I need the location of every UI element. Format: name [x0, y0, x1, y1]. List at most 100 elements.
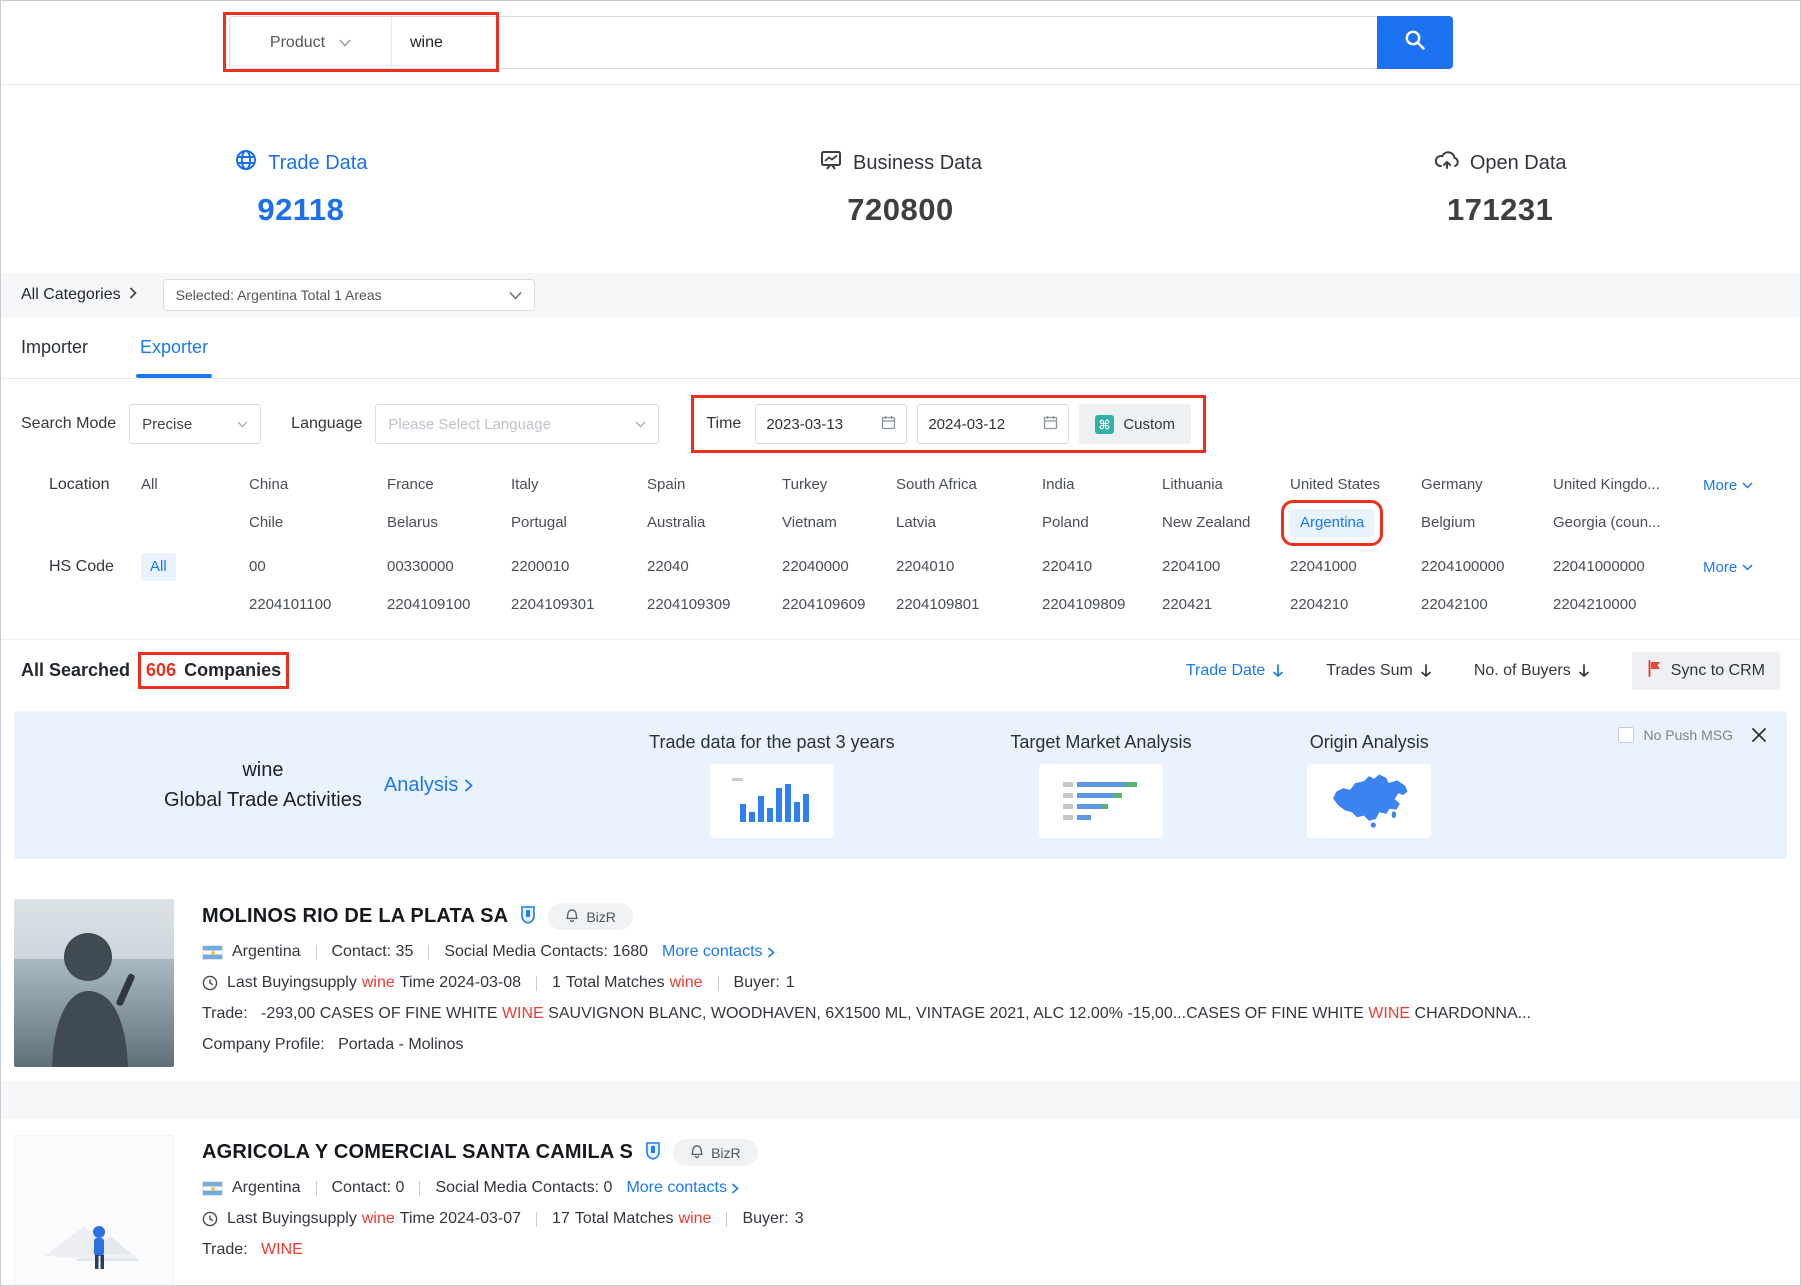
hscode-option[interactable]: 220410 [1042, 553, 1162, 581]
hscode-option[interactable]: 22040000 [782, 553, 896, 581]
bar-chart-thumbnail[interactable] [710, 764, 834, 838]
location-option[interactable]: France [387, 471, 511, 499]
location-option[interactable]: China [249, 471, 387, 499]
hscode-option[interactable]: 2200010 [511, 553, 647, 581]
category-bar: All Categories Selected: Argentina Total… [1, 273, 1800, 317]
location-option[interactable]: India [1042, 471, 1162, 499]
stat-business-data[interactable]: Business Data 720800 [601, 85, 1201, 273]
companies-label: Companies [184, 660, 281, 681]
more-contacts-link[interactable]: More contacts [626, 1179, 738, 1197]
contact-label: Contact: [332, 943, 392, 961]
location-option[interactable]: Italy [511, 471, 647, 499]
banner-keyword: wine [164, 755, 362, 785]
chevron-down-icon [339, 34, 351, 52]
location-option[interactable]: South Africa [896, 471, 1042, 499]
company-name[interactable]: AGRICOLA Y COMERCIAL SANTA CAMILA S [202, 1141, 633, 1164]
hscode-option-all-selected[interactable]: All [141, 553, 176, 581]
hscode-option[interactable]: 22040 [647, 553, 782, 581]
card-divider [1, 1081, 1800, 1119]
no-push-checkbox[interactable] [1618, 727, 1634, 743]
hscode-option[interactable]: 2204109801 [896, 591, 1042, 619]
location-option[interactable]: United States [1290, 471, 1421, 499]
location-option[interactable]: United Kingdo... [1553, 471, 1703, 499]
hscode-option[interactable]: 00330000 [387, 553, 511, 581]
bizr-badge[interactable]: BizR [673, 1139, 758, 1166]
tab-exporter[interactable]: Exporter [140, 317, 208, 378]
hscode-option[interactable]: 2204109809 [1042, 591, 1162, 619]
company-name[interactable]: MOLINOS RIO DE LA PLATA SA [202, 905, 508, 928]
stat-open-data[interactable]: Open Data 171231 [1200, 85, 1800, 273]
bizr-badge[interactable]: BizR [548, 903, 633, 930]
hscode-option[interactable]: 2204101100 [249, 591, 387, 619]
location-option-all[interactable]: All [141, 471, 249, 499]
location-option[interactable]: Turkey [782, 471, 896, 499]
social-contacts-label: Social Media Contacts: [435, 1179, 599, 1197]
selected-areas-dropdown[interactable]: Selected: Argentina Total 1 Areas [163, 279, 535, 311]
last-supply-time: Time 2024-03-07 [400, 1210, 521, 1228]
location-option[interactable]: Germany [1421, 471, 1553, 499]
hscode-option[interactable]: 2204109309 [647, 591, 782, 619]
date-to-input[interactable]: 2024-03-12 [917, 404, 1069, 444]
hscode-option[interactable]: 22042100 [1421, 591, 1553, 619]
stat-trade-data[interactable]: Trade Data 92118 [1, 85, 601, 273]
buyer-value: 1 [786, 974, 795, 992]
location-option[interactable]: Belgium [1421, 509, 1553, 537]
company-photo[interactable] [14, 899, 174, 1067]
location-more-link[interactable]: More [1703, 477, 1753, 494]
location-option[interactable]: New Zealand [1162, 509, 1290, 537]
location-option[interactable]: Latvia [896, 509, 1042, 537]
hscode-option[interactable]: 22041000 [1290, 553, 1421, 581]
location-option[interactable]: Portugal [511, 509, 647, 537]
tab-exporter-label: Exporter [140, 337, 208, 358]
hscode-option[interactable]: 2204100000 [1421, 553, 1553, 581]
role-tabs: Importer Exporter [1, 317, 1800, 379]
search-field-selector[interactable]: Product [230, 17, 392, 68]
all-categories-link[interactable]: All Categories [21, 286, 137, 304]
trade-keyword: WINE [1368, 1005, 1410, 1022]
sort-trades-sum[interactable]: Trades Sum [1326, 662, 1432, 680]
sync-to-crm-button[interactable]: Sync to CRM [1632, 652, 1780, 690]
hscode-option[interactable]: 2204109100 [387, 591, 511, 619]
search-mode-dropdown[interactable]: Precise [129, 404, 261, 444]
location-option[interactable]: Australia [647, 509, 782, 537]
search-button[interactable] [1377, 16, 1453, 69]
location-option[interactable]: Poland [1042, 509, 1162, 537]
location-option[interactable]: Chile [249, 509, 387, 537]
language-dropdown[interactable]: Please Select Language [375, 404, 659, 444]
sorter-label: Trades Sum [1326, 662, 1413, 680]
location-option[interactable]: Belarus [387, 509, 511, 537]
close-icon[interactable] [1751, 727, 1767, 743]
hscode-option[interactable]: 00 [249, 553, 387, 581]
keyword-highlight: wine [679, 1210, 712, 1228]
analysis-link[interactable]: Analysis [384, 774, 473, 797]
sort-trade-date[interactable]: Trade Date [1186, 662, 1284, 680]
hscode-option[interactable]: 2204210000 [1553, 591, 1703, 619]
sort-no-of-buyers[interactable]: No. of Buyers [1474, 662, 1590, 680]
selected-areas-text: Selected: Argentina Total 1 Areas [176, 287, 509, 303]
hscode-option[interactable]: 22041000000 [1553, 553, 1703, 581]
hscode-option[interactable]: 2204109301 [511, 591, 647, 619]
custom-time-button[interactable]: Custom [1079, 404, 1191, 444]
location-option[interactable]: Lithuania [1162, 471, 1290, 499]
clock-icon [202, 1211, 218, 1227]
location-option-argentina-selected[interactable]: Argentina [1290, 509, 1374, 537]
hscode-option[interactable]: 220421 [1162, 591, 1290, 619]
bell-icon [690, 1144, 704, 1162]
location-option[interactable]: Vietnam [782, 509, 896, 537]
location-option[interactable]: Spain [647, 471, 782, 499]
location-option[interactable]: Georgia (coun... [1553, 509, 1703, 537]
hscode-option[interactable]: 2204010 [896, 553, 1042, 581]
tab-importer[interactable]: Importer [21, 317, 88, 378]
hscode-option[interactable]: 2204109609 [782, 591, 896, 619]
date-from-input[interactable]: 2023-03-13 [755, 404, 907, 444]
search-input[interactable] [392, 17, 1377, 68]
hscode-more-link[interactable]: More [1703, 559, 1753, 576]
china-map-thumbnail[interactable] [1307, 764, 1431, 838]
horizontal-bars-thumbnail[interactable] [1039, 764, 1163, 838]
filter-panel: Search Mode Precise Language Please Sele… [1, 379, 1800, 627]
company-illustration[interactable] [14, 1135, 174, 1286]
hscode-option[interactable]: 2204210 [1290, 591, 1421, 619]
hscode-option[interactable]: 2204100 [1162, 553, 1290, 581]
more-contacts-label: More contacts [662, 943, 762, 961]
more-contacts-link[interactable]: More contacts [662, 943, 774, 961]
